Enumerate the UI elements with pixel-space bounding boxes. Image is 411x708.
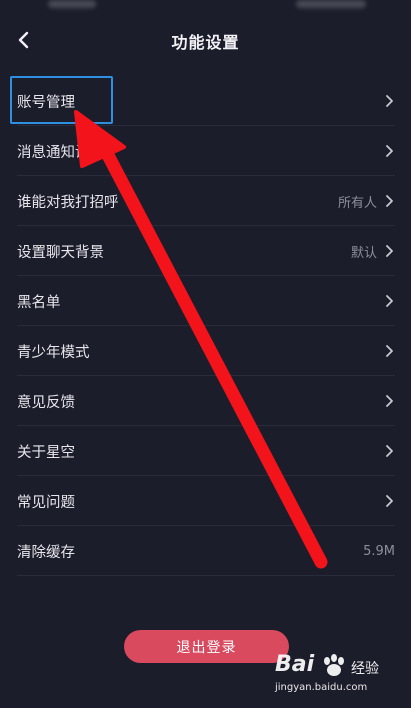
watermark-url: jingyan.baidu.com [275, 682, 368, 693]
settings-item-blacklist[interactable]: 黑名单 [0, 276, 411, 326]
baidu-jingyan-watermark: Bai 经验 jingyan.baidu.com [275, 652, 385, 696]
settings-item-label: 黑名单 [17, 294, 61, 311]
settings-item-notifications[interactable]: 消息通知设置 [0, 126, 411, 176]
settings-item-feedback[interactable]: 意见反馈 [0, 376, 411, 426]
settings-item-label: 清除缓存 [17, 544, 75, 561]
chevron-right-icon [383, 343, 395, 359]
paw-icon [324, 654, 344, 676]
watermark-brand: Bai [275, 652, 315, 677]
page-title: 功能设置 [171, 33, 240, 52]
watermark-suffix: 经验 [351, 661, 379, 677]
settings-item-clear-cache[interactable]: 清除缓存 5.9M [0, 526, 411, 576]
chevron-right-icon [383, 243, 395, 259]
settings-item-chat-background[interactable]: 设置聊天背景 默认 [0, 226, 411, 276]
settings-list: 账号管理 消息通知设置 谁能对我打招呼 所有人 设置聊天背景 默认 黑名单 青少… [0, 76, 411, 576]
header: 功能设置 [0, 18, 411, 62]
chevron-right-icon [383, 193, 395, 209]
settings-item-faq[interactable]: 常见问题 [0, 476, 411, 526]
settings-screen: 功能设置 账号管理 消息通知设置 谁能对我打招呼 所有人 设置聊天背景 默认 黑… [0, 0, 411, 708]
settings-item-about[interactable]: 关于星空 [0, 426, 411, 476]
status-bar-right [296, 0, 366, 8]
chevron-right-icon [383, 393, 395, 409]
settings-item-label: 消息通知设置 [17, 144, 104, 161]
settings-item-value: 所有人 [337, 195, 377, 211]
settings-item-label: 青少年模式 [17, 344, 90, 361]
settings-item-account[interactable]: 账号管理 [0, 76, 411, 126]
status-bar-left [48, 0, 96, 8]
settings-item-teen-mode[interactable]: 青少年模式 [0, 326, 411, 376]
logout-button[interactable]: 退出登录 [124, 630, 289, 663]
settings-item-label: 账号管理 [17, 94, 75, 111]
settings-item-label: 意见反馈 [17, 394, 75, 411]
settings-item-label: 常见问题 [17, 494, 75, 511]
settings-item-label: 谁能对我打招呼 [17, 194, 119, 211]
chevron-right-icon [383, 293, 395, 309]
settings-item-greeting[interactable]: 谁能对我打招呼 所有人 [0, 176, 411, 226]
cache-size-value: 5.9M [363, 543, 395, 559]
settings-item-value: 默认 [350, 245, 377, 261]
settings-item-label: 关于星空 [17, 444, 75, 461]
settings-item-label: 设置聊天背景 [17, 244, 104, 261]
status-bar [0, 0, 411, 12]
chevron-right-icon [383, 493, 395, 509]
chevron-right-icon [383, 143, 395, 159]
chevron-right-icon [383, 443, 395, 459]
chevron-right-icon [383, 93, 395, 109]
